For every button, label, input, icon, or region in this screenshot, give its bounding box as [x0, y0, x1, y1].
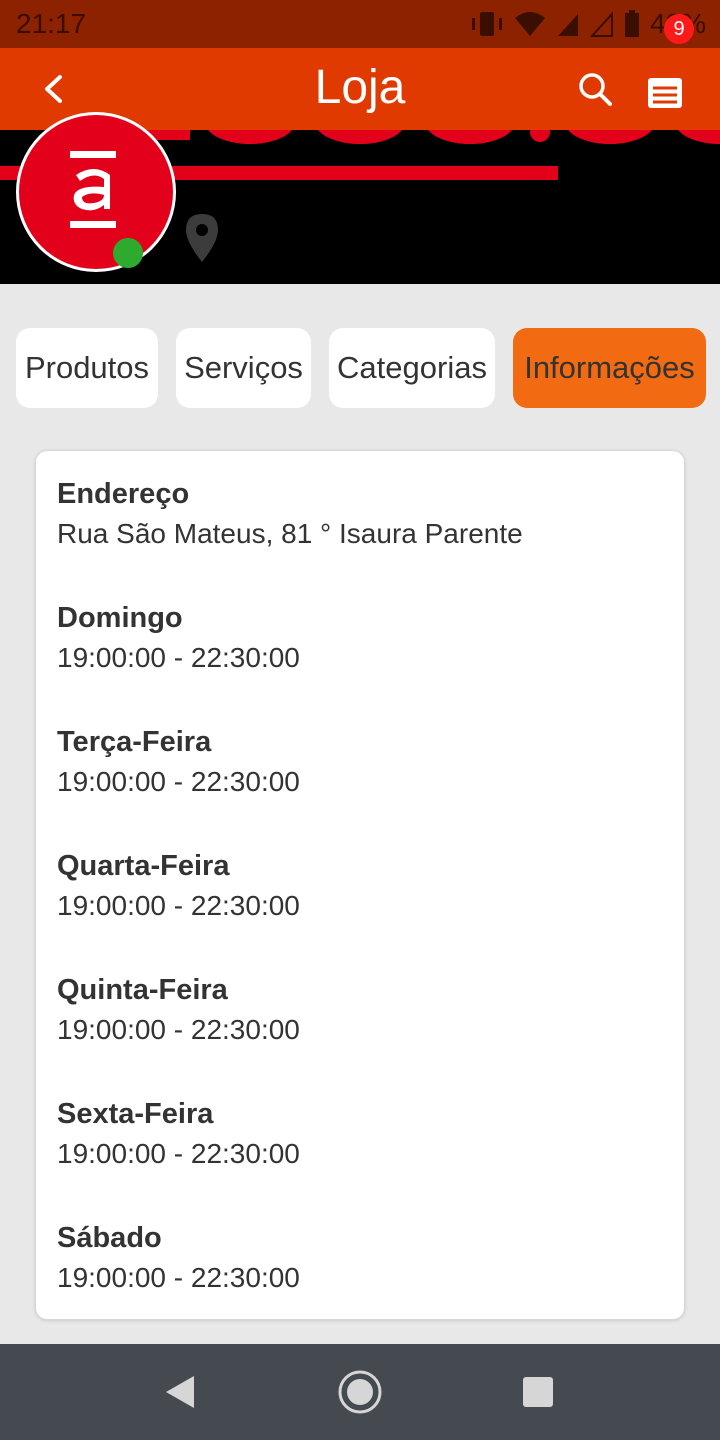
- schedule-item: Sábado 19:00:00 - 22:30:00: [57, 1219, 300, 1299]
- system-nav-bar: [0, 1344, 720, 1440]
- tab-produtos[interactable]: Produtos: [16, 328, 158, 408]
- schedule-day: Quarta-Feira: [57, 850, 230, 882]
- schedule-item: Domingo 19:00:00 - 22:30:00: [57, 599, 300, 679]
- signal-icon: [557, 14, 578, 36]
- square-recents-icon: [523, 1377, 553, 1407]
- schedule-day: Sexta-Feira: [57, 1098, 214, 1130]
- nav-recents-button[interactable]: [514, 1368, 562, 1416]
- search-icon: [579, 73, 612, 106]
- online-status-dot: [113, 238, 143, 268]
- schedule-hours: 19:00:00 - 22:30:00: [57, 766, 300, 797]
- list-icon: [648, 78, 682, 108]
- schedule-hours: 19:00:00 - 22:30:00: [57, 1138, 300, 1169]
- address-value: Rua São Mateus, 81 ° Isaura Parente: [57, 518, 523, 549]
- schedule-hours: 19:00:00 - 22:30:00: [57, 642, 300, 673]
- signal-empty-icon: [589, 11, 613, 37]
- schedule-item: Sexta-Feira 19:00:00 - 22:30:00: [57, 1095, 300, 1175]
- schedule-item: Quarta-Feira 19:00:00 - 22:30:00: [57, 847, 300, 927]
- schedule-item: Terça-Feira 19:00:00 - 22:30:00: [57, 723, 300, 803]
- wifi-icon: [514, 12, 545, 36]
- address-title: Endereço: [57, 478, 190, 510]
- nav-back-button[interactable]: [156, 1368, 204, 1416]
- order-list-button[interactable]: [640, 66, 690, 116]
- address-block: Endereço Rua São Mateus, 81 ° Isaura Par…: [57, 475, 523, 555]
- cart-count-badge: 9: [664, 14, 694, 44]
- schedule-hours: 19:00:00 - 22:30:00: [57, 1014, 300, 1045]
- schedule-day: Terça-Feira: [57, 726, 212, 758]
- tab-categorias[interactable]: Categorias: [329, 328, 495, 408]
- location-button[interactable]: [183, 212, 221, 264]
- schedule-item: Quinta-Feira 19:00:00 - 22:30:00: [57, 971, 300, 1051]
- banner-logo-text: [120, 130, 720, 144]
- tab-informacoes[interactable]: Informações: [513, 328, 706, 408]
- store-logo: [16, 112, 176, 272]
- schedule-hours: 19:00:00 - 22:30:00: [57, 890, 300, 921]
- triangle-back-icon: [166, 1376, 194, 1408]
- store-info-card: Endereço Rua São Mateus, 81 ° Isaura Par…: [35, 450, 685, 1320]
- battery-icon: [624, 10, 639, 37]
- home-circle-icon: [338, 1370, 382, 1414]
- location-pin-icon: [186, 214, 218, 262]
- schedule-day: Sábado: [57, 1222, 162, 1254]
- search-button[interactable]: [574, 68, 618, 112]
- schedule-day: Domingo: [57, 602, 183, 634]
- schedule-hours: 19:00:00 - 22:30:00: [57, 1262, 300, 1293]
- tab-servicos[interactable]: Serviços: [176, 328, 311, 408]
- schedule-day: Quinta-Feira: [57, 974, 228, 1006]
- vibrate-icon: [471, 12, 502, 36]
- store-logo-icon: [70, 151, 116, 228]
- nav-home-button[interactable]: [336, 1368, 384, 1416]
- status-bar: 21:17 42%: [0, 0, 720, 48]
- status-time: 21:17: [16, 8, 87, 39]
